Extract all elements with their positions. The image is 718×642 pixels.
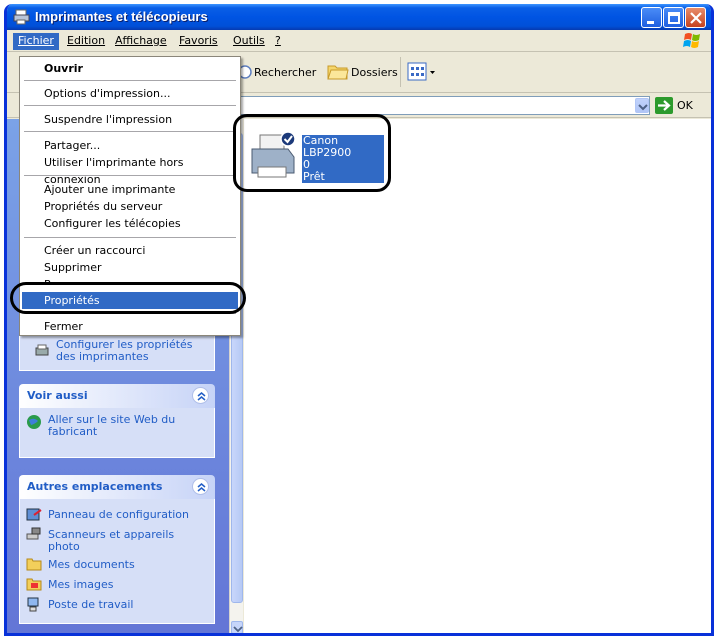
views-button[interactable]	[407, 61, 437, 83]
printer-list-view[interactable]: Canon LBP2900 0 Prêt	[244, 119, 711, 633]
chevron-down-icon	[638, 104, 648, 111]
my-computer-link[interactable]: Poste de travail	[48, 599, 133, 611]
close-button[interactable]	[685, 7, 706, 28]
scanners-link[interactable]: Scanneurs et appareils photo	[48, 529, 198, 553]
printer-highlight-callout	[233, 114, 391, 192]
menu-separator	[24, 237, 236, 238]
properties-highlight-callout	[10, 282, 246, 314]
other-places-panel: Panneau de configuration Scanneurs et ap…	[19, 499, 215, 624]
address-input[interactable]	[229, 96, 650, 115]
menu-separator	[24, 131, 236, 132]
see-also-title: Voir aussi	[27, 389, 88, 402]
windows-logo-icon	[683, 33, 700, 48]
title-bar[interactable]: Imprimantes et télécopieurs	[7, 4, 711, 30]
double-chevron-up-icon	[197, 392, 206, 401]
manufacturer-website-link[interactable]: Aller sur le site Web du fabricant	[48, 414, 203, 438]
menu-bar: Fichier Edition Affichage Favoris Outils…	[7, 30, 711, 52]
menu-outils[interactable]: Outils	[228, 33, 270, 50]
my-computer-icon	[27, 597, 39, 612]
other-places-title: Autres emplacements	[27, 480, 163, 493]
collapse-button[interactable]	[192, 387, 209, 404]
printer-properties-icon	[35, 344, 49, 356]
my-documents-icon	[26, 558, 42, 571]
other-places-header[interactable]: Autres emplacements	[19, 475, 215, 499]
my-documents-link[interactable]: Mes documents	[48, 559, 135, 571]
go-button[interactable]	[655, 97, 673, 114]
menu-fichier[interactable]: Fichier	[13, 33, 59, 50]
menu-item-delete[interactable]: Supprimer	[22, 259, 238, 276]
see-also-panel: Aller sur le site Web du fabricant	[19, 408, 215, 458]
toolbar-separator	[400, 57, 401, 87]
menu-item-pause-printing[interactable]: Suspendre l'impression	[22, 111, 238, 128]
menu-separator	[24, 80, 236, 81]
menu-separator	[24, 105, 236, 106]
configure-printers-link[interactable]: Configurer les propriétés des imprimante…	[56, 339, 206, 363]
see-also-header[interactable]: Voir aussi	[19, 384, 215, 408]
my-pictures-link[interactable]: Mes images	[48, 579, 113, 591]
menu-edition[interactable]: Edition	[62, 33, 110, 50]
menu-item-add-printer[interactable]: Ajouter une imprimante	[22, 181, 238, 198]
menu-item-create-shortcut[interactable]: Créer un raccourci	[22, 242, 238, 259]
menu-separator	[24, 175, 236, 176]
search-label: Rechercher	[254, 66, 317, 79]
arrow-right-icon	[658, 100, 671, 111]
my-pictures-icon	[26, 578, 42, 591]
explorer-window: Imprimantes et télécopieurs Fichier Edit…	[4, 4, 714, 636]
control-panel-link[interactable]: Panneau de configuration	[48, 509, 189, 521]
folders-icon	[327, 65, 349, 80]
chevron-down-icon	[233, 626, 243, 633]
collapse-button[interactable]	[192, 478, 209, 495]
menu-item-open[interactable]: Ouvrir	[22, 60, 238, 77]
maximize-button[interactable]	[663, 7, 684, 28]
menu-help[interactable]: ?	[270, 33, 286, 50]
views-icon	[407, 62, 435, 81]
address-dropdown-button[interactable]	[635, 98, 649, 113]
menu-affichage[interactable]: Affichage	[110, 33, 172, 50]
menu-favoris[interactable]: Favoris	[174, 33, 223, 50]
menu-item-use-offline[interactable]: Utiliser l'imprimante hors connexion	[22, 154, 238, 186]
double-chevron-up-icon	[197, 483, 206, 492]
scroll-down-button[interactable]	[231, 621, 243, 633]
menu-item-configure-fax[interactable]: Configurer les télécopies	[22, 215, 238, 232]
window-title: Imprimantes et télécopieurs	[35, 9, 208, 24]
minimize-button[interactable]	[641, 7, 662, 28]
menu-item-close[interactable]: Fermer	[22, 318, 238, 335]
menu-item-share[interactable]: Partager...	[22, 137, 238, 154]
folders-label: Dossiers	[351, 66, 398, 79]
control-panel-icon	[26, 508, 42, 521]
scanner-camera-icon	[26, 527, 41, 540]
printer-folder-icon	[13, 9, 30, 25]
globe-icon	[27, 415, 41, 429]
menu-item-server-properties[interactable]: Propriétés du serveur	[22, 198, 238, 215]
go-label[interactable]: OK	[677, 99, 693, 112]
menu-item-print-options[interactable]: Options d'impression...	[22, 85, 238, 102]
